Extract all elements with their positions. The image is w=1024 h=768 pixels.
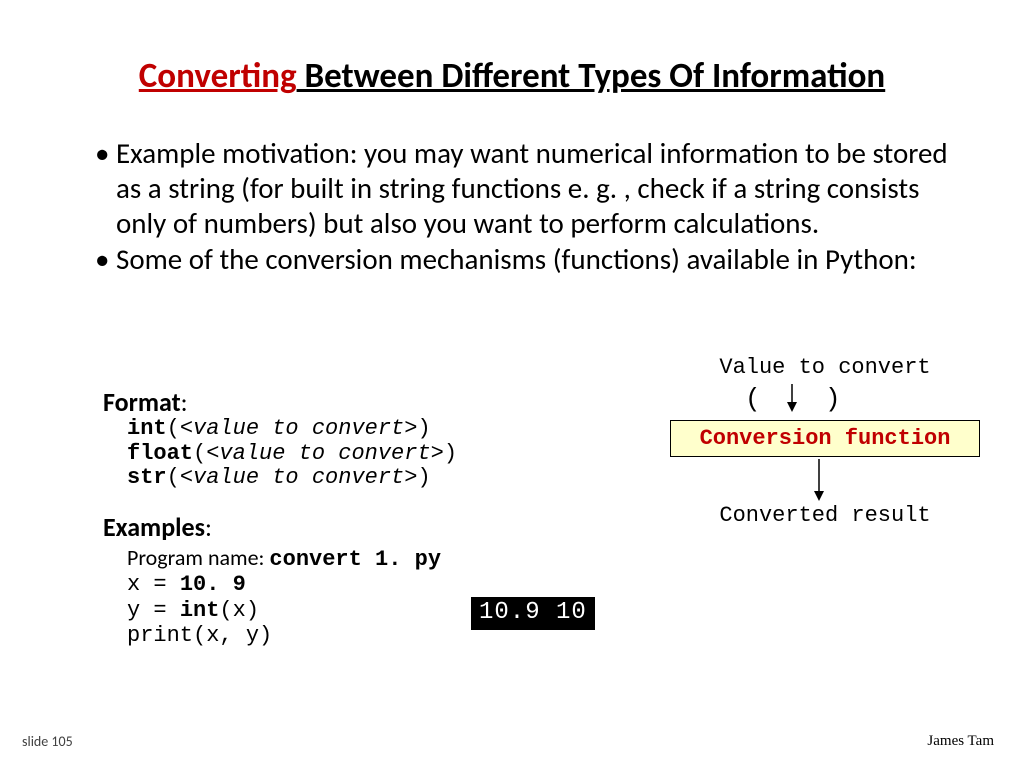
code-line-str: str(<value to convert>) <box>127 466 457 491</box>
bullet-list: • Example motivation: you may want numer… <box>95 136 965 279</box>
paren-close: ) <box>444 441 457 466</box>
kw-str: str <box>127 465 167 490</box>
arrow-down-icon <box>785 384 799 412</box>
value-to-convert-label: Value to convert <box>660 355 990 380</box>
slide-title: Converting Between Different Types Of In… <box>0 55 1024 97</box>
slide-number: slide 105 <box>22 733 73 750</box>
bullet-1: • Example motivation: you may want numer… <box>95 136 965 240</box>
arg-placeholder: <value to convert> <box>180 416 418 441</box>
examples-code: Program name: convert 1. py x = 10. 9 y … <box>127 545 441 648</box>
diagram-paren-left: ( <box>745 384 761 414</box>
paren-open: ( <box>193 441 206 466</box>
format-code: int(<value to convert>) float(<value to … <box>127 417 457 491</box>
code-assign-x: x = 10. 9 <box>127 572 441 597</box>
arg-placeholder: <value to convert> <box>206 441 444 466</box>
bullet-2-text: Some of the conversion mechanisms (funct… <box>116 241 917 277</box>
paren-close: ) <box>417 416 430 441</box>
examples-label-text: Examples <box>103 511 205 543</box>
conversion-diagram: Value to convert ( ) Conversion function… <box>660 355 990 528</box>
arrow-down-icon <box>812 459 826 501</box>
progname-value: convert 1. py <box>269 547 441 572</box>
program-name-line: Program name: convert 1. py <box>127 545 441 572</box>
paren-row: ( ) <box>660 384 990 414</box>
kw-float: float <box>127 441 193 466</box>
diagram-paren-right: ) <box>825 384 841 414</box>
code-assign-y: y = int(x) <box>127 598 441 623</box>
title-highlight: Converting <box>139 55 297 97</box>
examples-colon: : <box>205 511 212 543</box>
format-label-text: Format <box>103 386 181 418</box>
converted-result-label: Converted result <box>660 503 990 528</box>
arg-placeholder: <value to convert> <box>180 465 418 490</box>
bullet-2: • Some of the conversion mechanisms (fun… <box>95 242 965 277</box>
bullet-1-text: Example motivation: you may want numeric… <box>116 135 948 241</box>
title-rest: Between Different Types Of Information <box>297 55 886 97</box>
diagram-gap <box>660 457 990 503</box>
examples-heading: Examples: <box>103 511 212 543</box>
conversion-function-box: Conversion function <box>670 420 980 457</box>
progname-label: Program name: <box>127 544 269 571</box>
code-print: print(x, y) <box>127 623 441 648</box>
paren-close: ) <box>417 465 430 490</box>
format-heading: Format: <box>103 386 188 418</box>
kw-int: int <box>127 416 167 441</box>
format-colon: : <box>181 386 188 418</box>
paren-open: ( <box>167 465 180 490</box>
paren-open: ( <box>167 416 180 441</box>
author-name: James Tam <box>927 733 994 750</box>
code-line-int: int(<value to convert>) <box>127 417 457 442</box>
output-terminal: 10.9 10 <box>471 597 595 630</box>
code-line-float: float(<value to convert>) <box>127 442 457 467</box>
